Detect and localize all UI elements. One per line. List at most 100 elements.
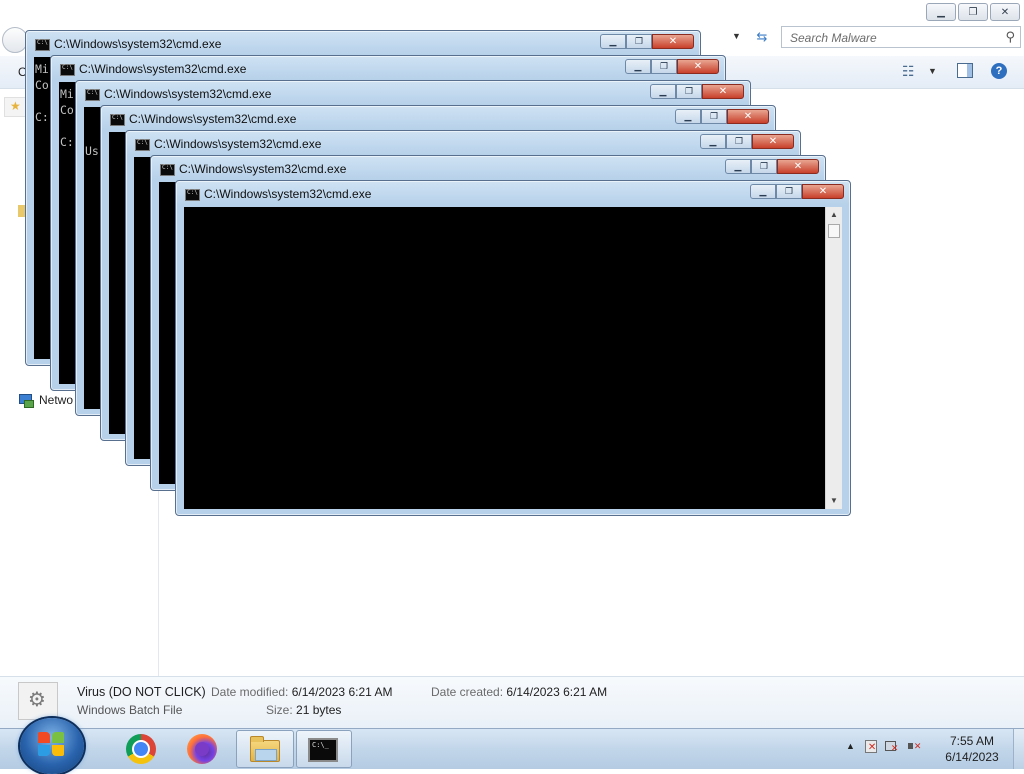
cmd-icon [135, 139, 150, 151]
cmd-window-7[interactable]: C:\Windows\system32\cmd.exe ▁ ❐ ✕ ▲▼ [175, 180, 851, 516]
console-line: C: [60, 135, 74, 149]
maximize-button[interactable]: ❐ [676, 84, 702, 99]
refresh-icon[interactable]: ⇆ [752, 29, 772, 47]
maximize-button[interactable]: ❐ [958, 3, 988, 21]
cmd-title: C:\Windows\system32\cmd.exe [104, 87, 272, 101]
maximize-button[interactable]: ❐ [651, 59, 677, 74]
size-label: Size: [266, 703, 293, 717]
cmd-title: C:\Windows\system32\cmd.exe [204, 187, 372, 201]
nav-network-label: Netwo [39, 393, 74, 407]
file-name: Virus (DO NOT CLICK) [77, 685, 206, 699]
close-button[interactable]: ✕ [652, 34, 694, 49]
view-dropdown-icon[interactable]: ▼ [928, 66, 937, 76]
cmd-title: C:\Windows\system32\cmd.exe [54, 37, 222, 51]
cmd-icon: C:\_ [308, 738, 338, 762]
cmd-icon [35, 39, 50, 51]
windows-logo-icon [38, 732, 66, 758]
date-modified-value: 6/14/2023 6:21 AM [291, 685, 393, 699]
batch-file-icon: ⚙ [18, 682, 58, 720]
taskbar-explorer[interactable] [236, 730, 294, 768]
console-output: Mi Co​C: [60, 86, 74, 150]
minimize-button[interactable]: ▁ [750, 184, 776, 199]
console-line: ​ [85, 111, 99, 127]
cmd-titlebar[interactable]: C:\Windows\system32\cmd.exe ▁ ❐ ✕ [51, 56, 725, 82]
taskbar-cmd[interactable]: C:\_ [296, 730, 352, 768]
start-button[interactable] [20, 718, 84, 774]
console-line: Co [60, 103, 74, 117]
maximize-button[interactable]: ❐ [776, 184, 802, 199]
cmd-title: C:\Windows\system32\cmd.exe [129, 112, 297, 126]
scroll-thumb[interactable] [828, 224, 840, 238]
address-dropdown-icon[interactable]: ▼ [732, 31, 741, 41]
maximize-button[interactable]: ❐ [701, 109, 727, 124]
cmd-icon [60, 64, 75, 76]
cmd-icon-text: C:\_ [312, 741, 329, 749]
close-button[interactable]: ✕ [677, 59, 719, 74]
help-icon[interactable]: ? [991, 63, 1007, 79]
system-tray: ▲ [846, 739, 921, 754]
scroll-down-icon[interactable]: ▼ [826, 493, 842, 509]
cmd-titlebar[interactable]: C:\Windows\system32\cmd.exe ▁ ❐ ✕ [126, 131, 800, 157]
console-output: Mi Co​C: [35, 61, 49, 125]
search-input[interactable]: Search Malware ⚲ [781, 26, 1021, 48]
console-line: Mi [35, 62, 49, 76]
date-created-label: Date created: [431, 685, 504, 699]
close-button[interactable]: ✕ [990, 3, 1020, 21]
close-button[interactable]: ✕ [777, 159, 819, 174]
date-modified-label: Date modified: [211, 685, 289, 699]
action-center-icon[interactable] [863, 739, 877, 753]
scroll-up-icon[interactable]: ▲ [826, 207, 842, 223]
show-desktop-button[interactable] [1013, 729, 1024, 769]
volume-muted-icon[interactable] [907, 739, 921, 753]
minimize-button[interactable]: ▁ [700, 134, 726, 149]
cmd-titlebar[interactable]: C:\Windows\system32\cmd.exe ▁ ❐ ✕ [26, 31, 700, 57]
file-size: Size: 21 bytes [266, 703, 341, 717]
maximize-button[interactable]: ❐ [626, 34, 652, 49]
cmd-titlebar[interactable]: C:\Windows\system32\cmd.exe ▁ ❐ ✕ [101, 106, 775, 132]
cmd-icon [160, 164, 175, 176]
taskbar: C:\_ ▲ 7:55 AM 6/14/2023 [0, 718, 1024, 774]
vertical-scrollbar[interactable]: ▲▼ [825, 207, 842, 509]
console-area[interactable]: ▲▼ [184, 207, 842, 509]
network-icon [19, 393, 34, 408]
cmd-titlebar[interactable]: C:\Windows\system32\cmd.exe ▁ ❐ ✕ [76, 81, 750, 107]
clock-time: 7:55 AM [949, 734, 995, 748]
console-line: ​ [60, 118, 74, 134]
close-button[interactable]: ✕ [802, 184, 844, 199]
maximize-button[interactable]: ❐ [726, 134, 752, 149]
minimize-button[interactable]: ▁ [725, 159, 751, 174]
taskbar-chrome[interactable] [114, 732, 166, 766]
firefox-icon [187, 734, 217, 764]
console-line: C: [35, 110, 49, 124]
cmd-title: C:\Windows\system32\cmd.exe [179, 162, 347, 176]
date-created: Date created: 6/14/2023 6:21 AM [431, 685, 607, 699]
minimize-button[interactable]: ▁ [926, 3, 956, 21]
favorites-icon[interactable]: ★ [4, 97, 26, 117]
chrome-icon [126, 734, 156, 764]
clock[interactable]: 7:55 AM 6/14/2023 [942, 733, 1002, 765]
minimize-button[interactable]: ▁ [675, 109, 701, 124]
close-button[interactable]: ✕ [702, 84, 744, 99]
cmd-titlebar[interactable]: C:\Windows\system32\cmd.exe ▁ ❐ ✕ [176, 181, 850, 207]
network-status-icon[interactable] [884, 739, 899, 754]
search-icon[interactable]: ⚲ [1005, 29, 1015, 45]
cmd-titlebar[interactable]: C:\Windows\system32\cmd.exe ▁ ❐ ✕ [151, 156, 825, 182]
nav-item-network[interactable]: Netwo [19, 393, 74, 408]
console-line: ​ [85, 127, 99, 143]
cmd-icon [185, 189, 200, 201]
minimize-button[interactable]: ▁ [650, 84, 676, 99]
show-hidden-icons-icon[interactable]: ▲ [846, 741, 855, 751]
cmd-icon [110, 114, 125, 126]
clock-date: 6/14/2023 [945, 750, 999, 764]
console-line: Us [85, 144, 99, 158]
close-button[interactable]: ✕ [752, 134, 794, 149]
taskbar-firefox[interactable] [175, 732, 227, 766]
close-button[interactable]: ✕ [727, 109, 769, 124]
preview-pane-icon[interactable] [957, 63, 973, 78]
maximize-button[interactable]: ❐ [751, 159, 777, 174]
file-type: Windows Batch File [77, 703, 183, 717]
minimize-button[interactable]: ▁ [625, 59, 651, 74]
change-view-icon[interactable]: ☷ [902, 63, 915, 80]
minimize-button[interactable]: ▁ [600, 34, 626, 49]
folder-icon [250, 736, 280, 762]
